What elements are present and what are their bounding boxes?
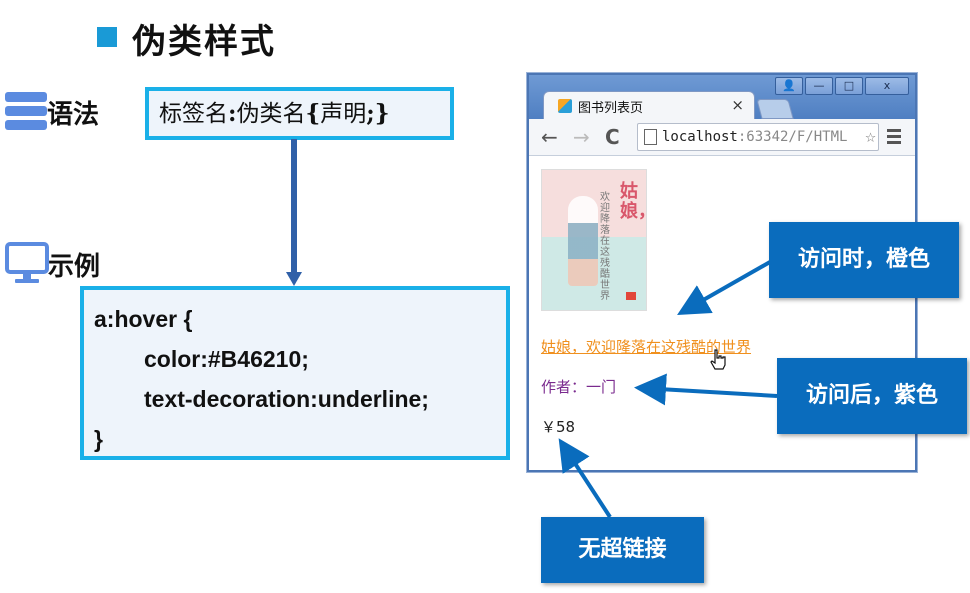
callout-no-link: 无超链接 (541, 517, 704, 583)
arrow-to-hover-link (677, 260, 771, 315)
callout-visited-purple: 访问后，紫色 (777, 358, 967, 434)
callout-hover-orange: 访问时，橙色 (769, 222, 959, 298)
arrow-to-price (558, 438, 612, 519)
arrow-to-author (634, 373, 778, 406)
